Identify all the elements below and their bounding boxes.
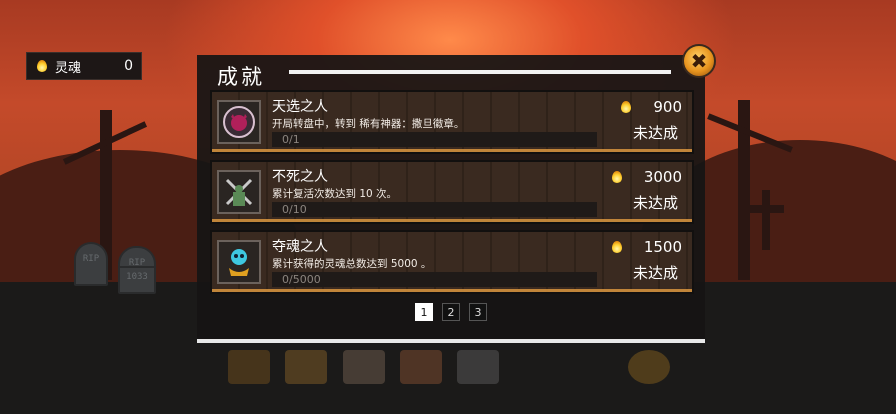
reward: 1500 xyxy=(611,238,682,256)
satan-badge-icon xyxy=(217,100,261,144)
achievement-name: 不死之人 xyxy=(272,169,328,185)
soul-value: 0 xyxy=(124,58,133,74)
bottom-divider xyxy=(197,339,705,343)
page-button-1[interactable]: 1 xyxy=(415,303,433,321)
progress-text: 0/1 xyxy=(282,133,300,146)
dock-icon[interactable] xyxy=(400,350,442,384)
flame-icon xyxy=(611,171,622,183)
achievement-description: 累计复活次数达到 10 次。 xyxy=(272,188,398,200)
progress-bar: 0/1 xyxy=(272,132,597,147)
achievement-card[interactable]: 天选之人 开局转盘中，转到 稀有神器：撒旦徽章。 0/1 900 未达成 xyxy=(210,90,694,154)
reward: 900 xyxy=(621,98,682,116)
achievement-name: 天选之人 xyxy=(272,99,328,115)
achievement-card[interactable]: 夺魂之人 累计获得的灵魂总数达到 5000 。 0/5000 1500 未达成 xyxy=(210,230,694,294)
dock-icon[interactable] xyxy=(285,350,327,384)
progress-bar: 0/5000 xyxy=(272,272,597,287)
dock-icon[interactable] xyxy=(343,350,385,384)
achievement-description: 累计获得的灵魂总数达到 5000 。 xyxy=(272,258,432,270)
gear-icon[interactable] xyxy=(628,350,670,384)
achievement-card[interactable]: 不死之人 累计复活次数达到 10 次。 0/10 3000 未达成 xyxy=(210,160,694,224)
panel-title: 成就 xyxy=(217,65,265,89)
page-button-3[interactable]: 3 xyxy=(469,303,487,321)
flame-icon xyxy=(37,60,47,72)
achievement-name: 夺魂之人 xyxy=(272,239,328,255)
tombstone: RIP xyxy=(74,242,108,286)
soul-orb-icon xyxy=(217,240,261,284)
reward: 3000 xyxy=(611,168,682,186)
page-button-2[interactable]: 2 xyxy=(442,303,460,321)
progress-text: 0/10 xyxy=(282,203,307,216)
close-icon: ✖ xyxy=(690,49,708,73)
soul-label: 灵魂 xyxy=(55,60,82,76)
progress-text: 0/5000 xyxy=(282,273,321,286)
dock-icon[interactable] xyxy=(228,350,270,384)
dock-icon[interactable] xyxy=(457,350,499,384)
progress-bar: 0/10 xyxy=(272,202,597,217)
title-divider xyxy=(289,70,671,74)
achievement-status: 未达成 xyxy=(632,124,678,142)
achievement-status: 未达成 xyxy=(632,264,678,282)
crossed-swords-icon xyxy=(217,170,261,214)
reward-value: 3000 xyxy=(643,168,682,186)
achievement-status: 未达成 xyxy=(632,194,678,212)
reward-value: 900 xyxy=(653,98,682,116)
grave-cross xyxy=(762,190,770,250)
soul-counter: 灵魂 0 xyxy=(26,52,142,80)
reward-value: 1500 xyxy=(643,238,682,256)
flame-icon xyxy=(621,101,632,113)
achievement-description: 开局转盘中，转到 稀有神器：撒旦徽章。 xyxy=(272,118,465,130)
grave-cross xyxy=(748,205,784,213)
tombstone: 1033 xyxy=(118,266,156,294)
close-button[interactable]: ✖ xyxy=(682,44,716,78)
flame-icon xyxy=(611,241,622,253)
